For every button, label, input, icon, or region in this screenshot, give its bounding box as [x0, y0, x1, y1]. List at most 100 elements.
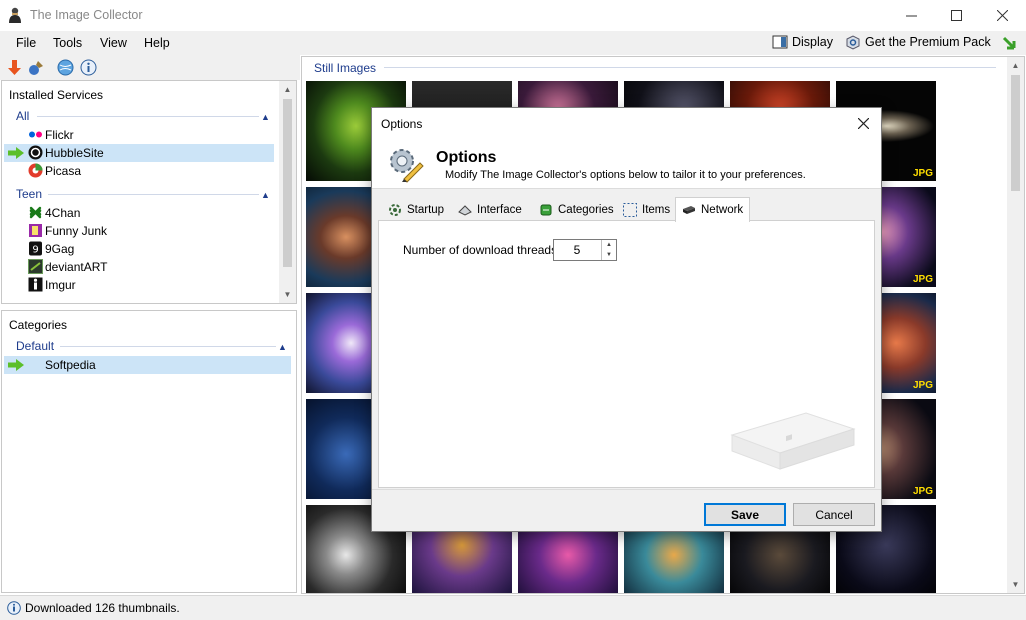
- display-button[interactable]: Display: [772, 34, 833, 50]
- info-icon: [7, 601, 21, 615]
- dialog-title-bar: Options: [372, 108, 881, 139]
- network-tab-panel: Number of download threads 5 ▲ ▼: [378, 220, 875, 488]
- flickr-icon: [29, 131, 42, 138]
- services-header: Installed Services: [9, 88, 104, 102]
- category-softpedia[interactable]: Softpedia: [4, 356, 291, 374]
- info-icon[interactable]: [80, 59, 97, 76]
- scroll-down-icon[interactable]: ▼: [279, 286, 296, 303]
- threads-stepper[interactable]: 5 ▲ ▼: [553, 239, 617, 261]
- stepper-down-icon[interactable]: ▼: [602, 250, 616, 260]
- services-icon[interactable]: [28, 59, 45, 76]
- tab-startup[interactable]: Startup: [382, 199, 450, 221]
- display-label: Display: [792, 35, 833, 49]
- images-scrollbar[interactable]: ▲ ▼: [1007, 57, 1024, 593]
- options-dialog: Options Options Modify The Image Collect…: [371, 107, 882, 532]
- download-arrow-icon[interactable]: [6, 59, 23, 76]
- service-label: 4Chan: [45, 206, 81, 220]
- dialog-close-button[interactable]: [853, 113, 873, 133]
- items-icon: [623, 203, 637, 217]
- close-icon: [857, 117, 869, 129]
- service-imgur[interactable]: Imgur: [4, 276, 274, 294]
- display-icon: [772, 35, 788, 49]
- scroll-thumb[interactable]: [283, 99, 292, 267]
- group-default-header[interactable]: Default: [16, 339, 54, 353]
- title-bar: The Image Collector: [0, 0, 1026, 31]
- tab-label: Items: [642, 204, 671, 216]
- window-title: The Image Collector: [30, 8, 143, 22]
- collapse-default-icon[interactable]: ▲: [278, 343, 288, 352]
- service-label: HubbleSite: [45, 146, 104, 160]
- premium-pack-button[interactable]: Get the Premium Pack: [845, 34, 991, 50]
- hubblesite-icon: [28, 145, 43, 160]
- tab-label: Network: [701, 204, 744, 216]
- menu-tools[interactable]: Tools: [53, 36, 82, 50]
- group-teen-header[interactable]: Teen: [16, 187, 42, 201]
- tab-label: Startup: [407, 204, 445, 216]
- cancel-button[interactable]: Cancel: [793, 503, 875, 526]
- collapse-all-icon[interactable]: ▲: [261, 113, 271, 122]
- gear-icon: [390, 149, 424, 183]
- threads-value[interactable]: 5: [554, 243, 600, 257]
- scroll-up-icon[interactable]: ▲: [1007, 57, 1024, 74]
- maximize-icon: [950, 10, 962, 21]
- dialog-header-title: Options: [436, 149, 497, 166]
- collapse-teen-icon[interactable]: ▲: [261, 191, 271, 200]
- service-label: 9Gag: [45, 242, 75, 256]
- tab-network[interactable]: Network: [675, 197, 751, 222]
- imgur-icon: [28, 277, 43, 292]
- group-all-header[interactable]: All: [16, 109, 29, 123]
- service-funny-junk[interactable]: Funny Junk: [4, 222, 274, 240]
- service-picasa[interactable]: Picasa: [4, 162, 274, 180]
- dialog-header-subtitle: Modify The Image Collector's options bel…: [445, 169, 806, 181]
- network-switch-icon: [683, 206, 695, 214]
- section-divider: [384, 67, 996, 68]
- menu-file[interactable]: File: [16, 36, 36, 50]
- status-text: Downloaded 126 thumbnails.: [25, 601, 180, 615]
- threads-label: Number of download threads: [403, 243, 558, 257]
- services-scrollbar[interactable]: ▲ ▼: [279, 81, 296, 303]
- app-icon: [9, 7, 21, 23]
- tab-categories[interactable]: Categories: [533, 199, 620, 221]
- installed-services-panel: Installed Services All ▲ Flickr HubbleSi…: [1, 80, 297, 304]
- green-arrow-icon[interactable]: [1001, 35, 1017, 51]
- service-label: deviantART: [45, 260, 108, 274]
- close-button[interactable]: [979, 0, 1025, 31]
- tab-label: Categories: [558, 204, 614, 216]
- maximize-button[interactable]: [933, 0, 979, 31]
- stepper-up-icon[interactable]: ▲: [602, 240, 616, 250]
- save-button[interactable]: Save: [704, 503, 786, 526]
- network-switch-illustration: [730, 412, 856, 470]
- jpg-badge: JPG: [912, 168, 933, 179]
- globe-icon[interactable]: [57, 59, 74, 76]
- interface-icon: [458, 205, 472, 216]
- scroll-up-icon[interactable]: ▲: [279, 81, 296, 98]
- service-9gag[interactable]: 9 9Gag: [4, 240, 274, 258]
- minimize-button[interactable]: [888, 0, 934, 31]
- stepper-buttons: ▲ ▼: [601, 240, 616, 260]
- jpg-badge: JPG: [912, 380, 933, 391]
- tab-items[interactable]: Items: [617, 199, 676, 221]
- tab-interface[interactable]: Interface: [452, 199, 528, 221]
- service-deviantart[interactable]: deviantART: [4, 258, 274, 276]
- categories-icon: [540, 204, 552, 216]
- funny-junk-icon: [29, 224, 42, 237]
- section-title: Still Images: [314, 61, 377, 75]
- category-label: Softpedia: [45, 358, 96, 372]
- close-icon: [996, 10, 1008, 21]
- group-divider: [60, 346, 276, 347]
- service-label: Picasa: [45, 164, 82, 178]
- service-flickr[interactable]: Flickr: [4, 126, 274, 144]
- service-hubblesite[interactable]: HubbleSite: [4, 144, 274, 162]
- menu-view[interactable]: View: [100, 36, 127, 50]
- service-4chan[interactable]: 4Chan: [4, 204, 274, 222]
- group-divider: [37, 116, 259, 117]
- 9gag-icon: 9: [29, 241, 42, 256]
- service-label: Flickr: [45, 128, 74, 142]
- scroll-thumb[interactable]: [1011, 75, 1020, 191]
- deviantart-icon: [28, 259, 43, 274]
- status-bar: Downloaded 126 thumbnails.: [0, 595, 1026, 620]
- categories-panel: Categories Default ▲ Softpedia: [1, 310, 297, 593]
- scroll-down-icon[interactable]: ▼: [1007, 576, 1024, 593]
- service-label: Funny Junk: [45, 224, 108, 238]
- menu-help[interactable]: Help: [144, 36, 170, 50]
